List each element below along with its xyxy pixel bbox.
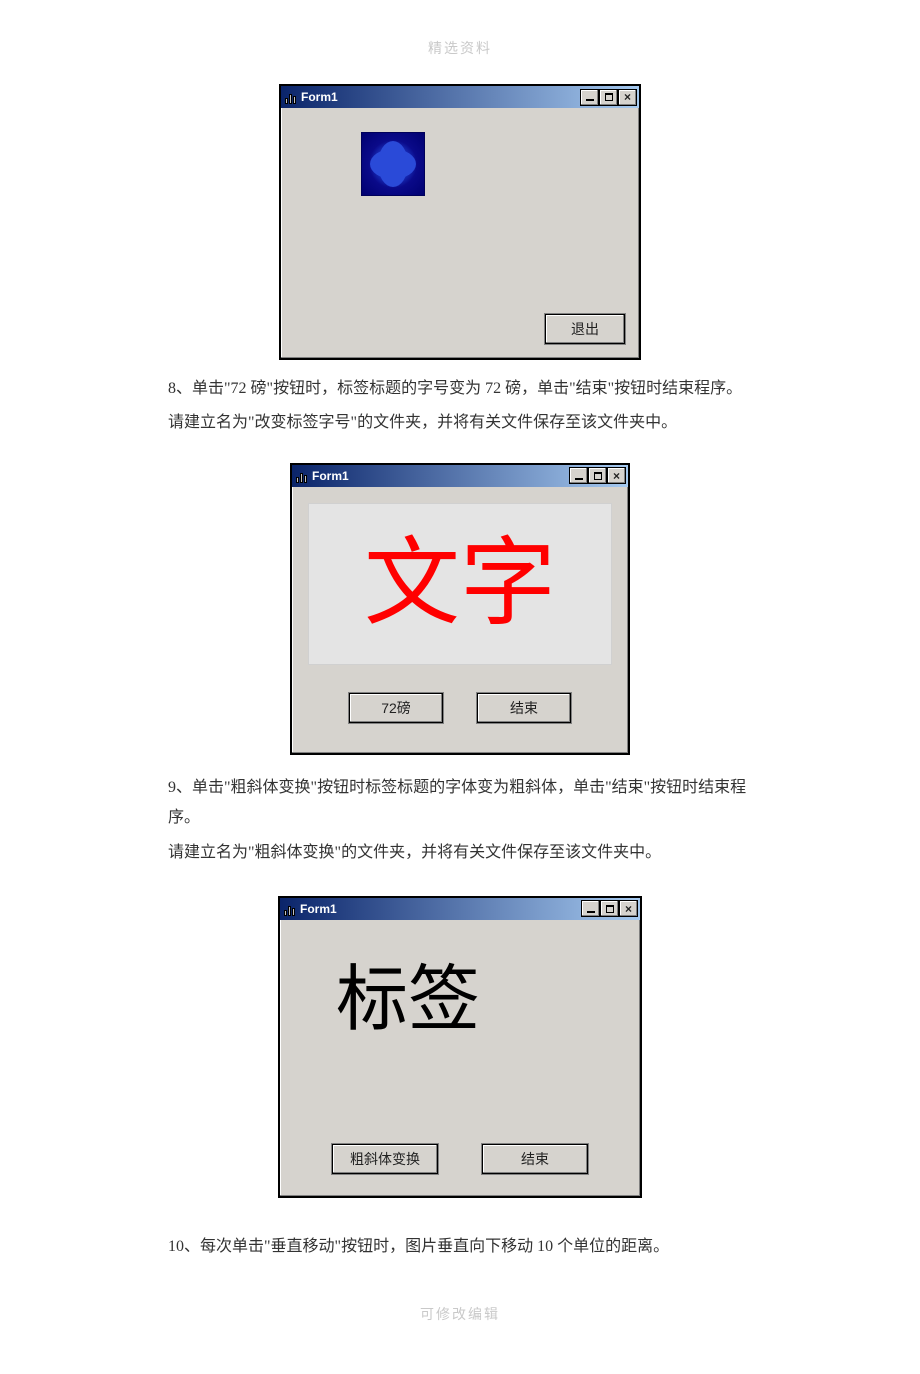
exit-button[interactable]: 退出 <box>545 314 625 344</box>
window-title: Form1 <box>301 90 338 104</box>
paragraph-10: 10、每次单击"垂直移动"按钮时，图片垂直向下移动 10 个单位的距离。 <box>168 1232 752 1262</box>
window-controls: × <box>569 467 626 484</box>
minimize-icon[interactable] <box>580 89 599 106</box>
paragraph-8a: 8、单击"72 磅"按钮时，标签标题的字号变为 72 磅，单击"结束"按钮时结束… <box>168 374 752 404</box>
label-text: 标签 <box>336 940 480 1045</box>
window-controls: × <box>581 900 638 917</box>
titlebar: Form1 × <box>280 898 640 920</box>
decorative-shape <box>361 132 425 196</box>
paragraph-9b: 请建立名为"粗斜体变换"的文件夹，并将有关文件保存至该文件夹中。 <box>168 838 752 868</box>
page-footer: 可修改编辑 <box>0 1276 920 1334</box>
minimize-icon[interactable] <box>581 900 600 917</box>
title-left: Form1 <box>282 902 581 916</box>
form1-window-image: Form1 × 退出 <box>279 84 641 360</box>
titlebar: Form1 × <box>292 465 628 487</box>
form-icon <box>283 90 297 104</box>
big-text-label: 文字 <box>364 536 556 632</box>
maximize-icon[interactable] <box>599 89 618 106</box>
font-72-button[interactable]: 72磅 <box>349 693 443 723</box>
client-area: 文字 72磅 结束 <box>294 489 626 749</box>
window-title: Form1 <box>312 469 349 483</box>
form1-window-fontsize: Form1 × 文字 72磅 结束 <box>290 463 630 755</box>
maximize-icon[interactable] <box>588 467 607 484</box>
titlebar: Form1 × <box>281 86 639 108</box>
paragraph-8b: 请建立名为"改变标签字号"的文件夹，并将有关文件保存至该文件夹中。 <box>168 408 752 438</box>
close-icon[interactable]: × <box>619 900 638 917</box>
form1-window-bolditalic: Form1 × 标签 粗斜体变换 结束 <box>278 896 642 1198</box>
close-icon[interactable]: × <box>607 467 626 484</box>
close-icon[interactable]: × <box>618 89 637 106</box>
window-controls: × <box>580 89 637 106</box>
paragraph-9a: 9、单击"粗斜体变换"按钮时标签标题的字体变为粗斜体，单击"结束"按钮时结束程序… <box>168 773 752 834</box>
button-row: 粗斜体变换 结束 <box>282 1144 638 1174</box>
form-icon <box>294 469 308 483</box>
client-area: 退出 <box>283 110 637 354</box>
title-left: Form1 <box>283 90 580 104</box>
minimize-icon[interactable] <box>569 467 588 484</box>
form-icon <box>282 902 296 916</box>
bold-italic-button[interactable]: 粗斜体变换 <box>332 1144 438 1174</box>
title-left: Form1 <box>294 469 569 483</box>
client-area: 标签 粗斜体变换 结束 <box>282 922 638 1192</box>
text-panel: 文字 <box>308 503 612 665</box>
end-button[interactable]: 结束 <box>482 1144 588 1174</box>
maximize-icon[interactable] <box>600 900 619 917</box>
end-button[interactable]: 结束 <box>477 693 571 723</box>
page-header: 精选资料 <box>0 0 920 84</box>
window-title: Form1 <box>300 902 337 916</box>
button-row: 72磅 结束 <box>308 693 612 723</box>
